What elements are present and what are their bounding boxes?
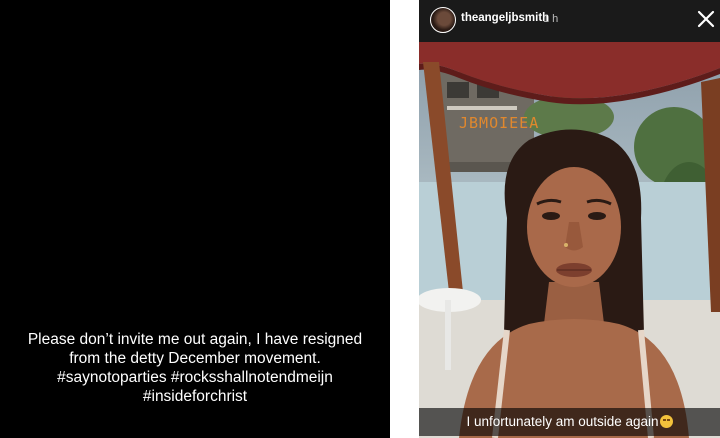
- close-icon[interactable]: [696, 9, 716, 29]
- pensive-face-emoji-icon: [659, 415, 673, 428]
- caption-line-3: #saynotoparties #rocksshallnotendmeijn: [57, 369, 333, 386]
- caption-line-1: Please don’t invite me out again, I have…: [27, 331, 363, 348]
- story-caption-text: I unfortunately am outside again: [466, 414, 659, 429]
- left-story-panel[interactable]: Please don’t invite me out again, I have…: [0, 0, 390, 438]
- story-caption: I unfortunately am outside again: [419, 414, 720, 429]
- username[interactable]: theangeljbsmith: [461, 12, 549, 24]
- story-photo: JBMOIEEA: [419, 42, 720, 438]
- avatar[interactable]: [430, 7, 456, 33]
- photo-overlay-text: JBMOIEEA: [459, 114, 539, 132]
- caption-line-2: from the detty December movement.: [69, 350, 321, 367]
- timestamp: 1 h: [543, 13, 559, 25]
- right-story-panel[interactable]: theangeljbsmith 1 h JBMOIEEA I unfortuna…: [419, 0, 720, 438]
- story-header: theangeljbsmith 1 h: [419, 0, 720, 42]
- caption-line-4: #insideforchrist: [142, 388, 248, 405]
- story-photo-illustration: JBMOIEEA: [419, 42, 720, 438]
- left-story-caption: Please don’t invite me out again, I have…: [8, 330, 382, 406]
